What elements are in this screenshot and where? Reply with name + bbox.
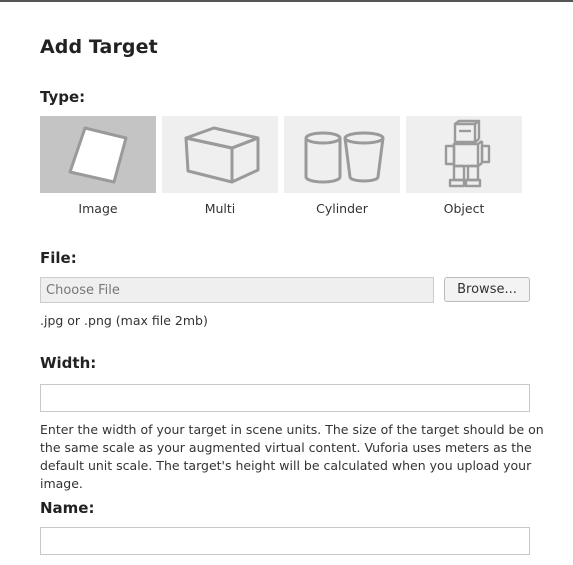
image-target-icon: [68, 126, 128, 184]
width-input[interactable]: [40, 384, 530, 412]
dialog-title: Add Target: [40, 36, 158, 58]
top-border: [0, 0, 574, 2]
type-caption-object: Object: [443, 201, 485, 216]
type-option-object[interactable]: [406, 116, 522, 193]
name-input[interactable]: [40, 527, 530, 555]
cylinder-icon: [304, 131, 385, 184]
file-input[interactable]: Choose File: [40, 277, 434, 303]
object-robot-icon: [444, 119, 491, 188]
file-label: File:: [40, 249, 77, 267]
type-option-image[interactable]: [40, 116, 156, 193]
width-label: Width:: [40, 354, 97, 372]
width-help-text: Enter the width of your target in scene …: [40, 422, 544, 491]
type-option-cylinder[interactable]: [284, 116, 400, 193]
type-caption-multi: Multi: [204, 201, 236, 216]
name-label: Name:: [40, 499, 95, 517]
type-caption-cylinder: Cylinder: [316, 201, 368, 216]
type-option-multi[interactable]: [162, 116, 278, 193]
file-hint: .jpg or .png (max file 2mb): [40, 313, 208, 328]
multi-box-icon: [184, 126, 260, 184]
type-caption-image: Image: [78, 201, 118, 216]
type-label: Type:: [40, 88, 86, 106]
browse-button[interactable]: Browse...: [444, 277, 530, 302]
